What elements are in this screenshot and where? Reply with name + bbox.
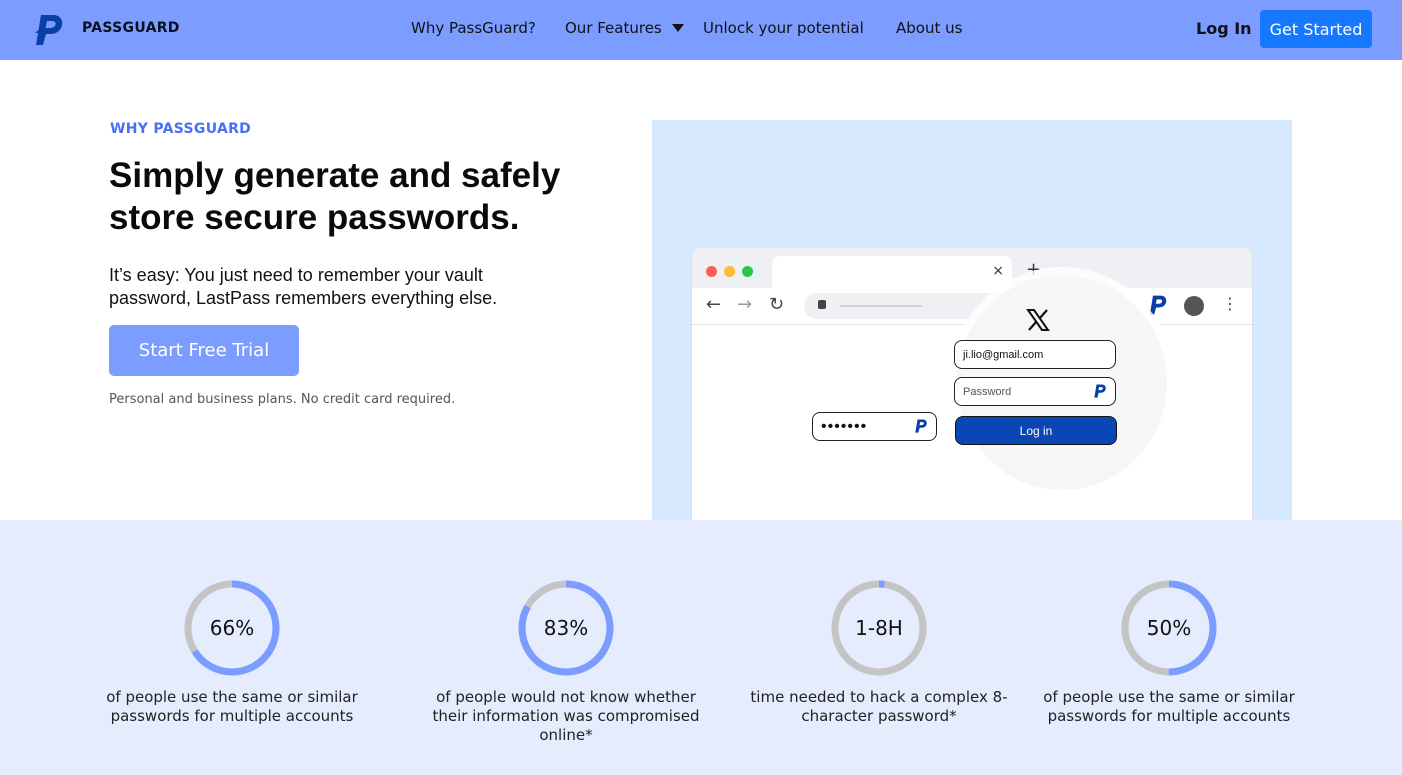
stat-card: 50% of people use the same or similar pa… [1029,579,1309,726]
stat-card: 1-8H time needed to hack a complex 8-cha… [739,579,1019,726]
nav-unlock-potential[interactable]: Unlock your potential [703,19,864,37]
nav-why-passguard[interactable]: Why PassGuard? [411,19,536,37]
password-field-mockup: Password [954,377,1116,406]
x-logo-icon [1026,309,1050,331]
stat-description: of people would not know whether their i… [432,688,700,744]
masked-password-value: ••••••• [821,417,868,435]
start-free-trial-button[interactable]: Start Free Trial [109,325,299,376]
back-arrow-icon: ← [706,294,722,315]
browser-toolbar: ← → ↻ ⋮ [692,288,1252,325]
get-started-button[interactable]: Get Started [1260,10,1372,48]
stat-card: 66% of people use the same or similar pa… [92,579,372,726]
top-nav-bar: PASSGUARD Why PassGuard? Our Features Un… [0,0,1402,60]
caret-down-icon[interactable] [672,24,684,32]
hero-eyebrow: WHY PASSGUARD [110,121,252,137]
passguard-extension-icon [1149,295,1167,315]
forward-arrow-icon: → [737,294,753,315]
more-vertical-icon: ⋮ [1222,294,1238,313]
plans-note: Personal and business plans. No credit c… [109,392,456,407]
brand-name[interactable]: PASSGUARD [82,20,180,36]
reload-icon: ↻ [769,294,785,315]
lock-icon [818,300,826,309]
stat-description: of people use the same or similar passwo… [106,688,358,725]
login-link[interactable]: Log In [1196,19,1252,38]
hero-lead-text: It’s easy: You just need to remember you… [109,265,498,308]
stat-card: 83% of people would not know whether the… [426,579,706,745]
window-maximize-dot-icon [742,266,753,277]
stat-description: of people use the same or similar passwo… [1043,688,1295,725]
stat-description: time needed to hack a complex 8-characte… [750,688,1008,725]
stat-value: 50% [1146,616,1192,640]
stat-value: 83% [543,616,589,640]
url-placeholder-line [840,305,922,307]
email-field-mockup: ji.lio@gmail.com [954,340,1116,369]
nav-our-features[interactable]: Our Features [565,19,662,37]
progress-ring: 83% [517,579,615,677]
passguard-autofill-icon [915,419,927,433]
tab-close-icon: × [992,263,1004,279]
browser-tab: × [772,256,1012,288]
password-placeholder: Password [963,385,1012,398]
stat-value: 1-8H [855,616,903,640]
passguard-autofill-icon [1094,384,1106,398]
masked-password-field-mockup: ••••••• [812,412,937,441]
passguard-logo-icon[interactable] [33,13,65,47]
profile-avatar-icon [1184,296,1204,316]
hero-headline: Simply generate and safely store secure … [109,156,561,237]
browser-tab-bar: × + [692,248,1252,288]
progress-ring: 1-8H [830,579,928,677]
nav-about-us[interactable]: About us [896,19,962,37]
stat-value: 66% [209,616,255,640]
window-close-dot-icon [706,266,717,277]
stats-section: 66% of people use the same or similar pa… [0,520,1402,775]
progress-ring: 50% [1120,579,1218,677]
mockup-login-button: Log in [955,416,1117,445]
progress-ring: 66% [183,579,281,677]
window-minimize-dot-icon [724,266,735,277]
